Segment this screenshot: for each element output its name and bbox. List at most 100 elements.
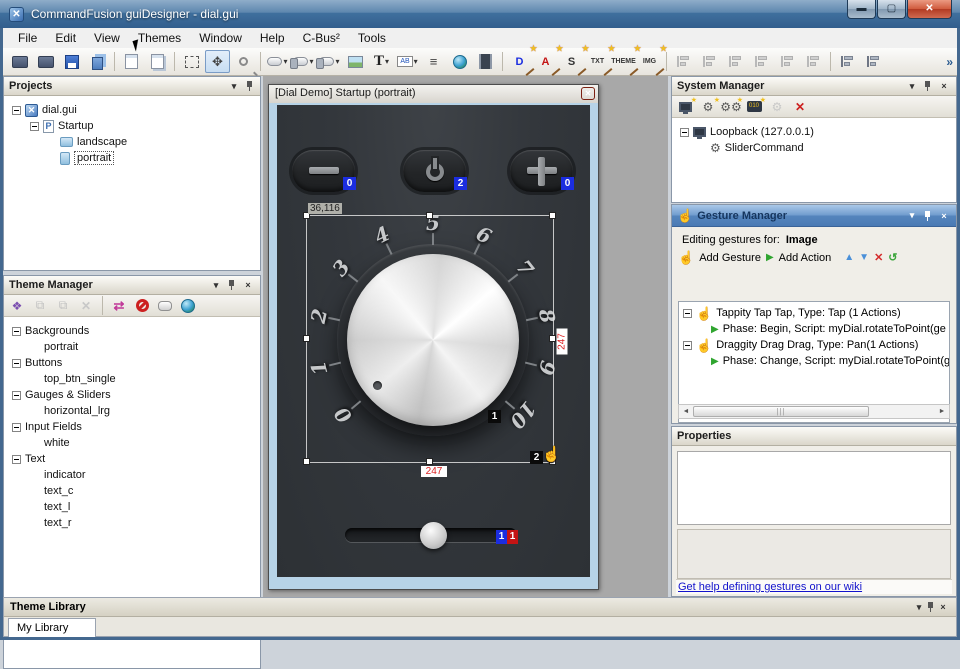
undo-gesture-icon[interactable]: ↺ xyxy=(888,251,897,264)
expander-icon[interactable] xyxy=(683,341,692,350)
align-center-icon[interactable] xyxy=(697,50,722,73)
system-manager-menu-icon[interactable]: ▾ xyxy=(905,81,919,92)
minimize-button[interactable]: ▬ xyxy=(847,0,876,19)
system-manager-close-icon[interactable]: × xyxy=(937,81,951,91)
menu-cbus[interactable]: C-Bus² xyxy=(294,29,349,47)
theme-item[interactable]: horizontal_lrg xyxy=(4,403,260,419)
expander-icon[interactable] xyxy=(683,309,692,318)
canvas-titlebar[interactable]: [Dial Demo] Startup (portrait) ✕ xyxy=(269,85,598,103)
button-tool-icon[interactable]: ▾ xyxy=(265,50,290,73)
save-all-icon[interactable] xyxy=(85,50,110,73)
new-page-icon[interactable] xyxy=(119,50,144,73)
wizard-image-icon[interactable]: IMG xyxy=(637,50,662,73)
selection-handle[interactable] xyxy=(549,212,556,219)
wizard-theme-icon[interactable]: THEME xyxy=(611,50,636,73)
copy-theme-icon[interactable]: ⧉ xyxy=(30,297,50,315)
selection-handle[interactable] xyxy=(303,458,310,465)
toolbar-overflow-chevron[interactable]: » xyxy=(946,55,953,69)
list-tool-icon[interactable]: ≡ xyxy=(421,50,446,73)
theme-library-pin-icon[interactable] xyxy=(926,602,936,612)
wizard-system-icon[interactable]: S xyxy=(559,50,584,73)
paste-theme-icon[interactable]: ⧉ xyxy=(53,297,73,315)
theme-item[interactable]: text_c xyxy=(4,483,260,499)
projects-menu-icon[interactable]: ▾ xyxy=(227,81,241,92)
theme-item[interactable]: top_btn_single xyxy=(4,371,260,387)
tree-item-landscape[interactable]: landscape xyxy=(4,134,260,150)
theme-item[interactable]: indicator xyxy=(4,467,260,483)
gesture-horizontal-scrollbar[interactable]: ◄ ||| ► xyxy=(678,404,950,419)
selection-handle[interactable] xyxy=(549,335,556,342)
duplicate-page-icon[interactable] xyxy=(145,50,170,73)
add-feedback-icon[interactable]: 010 xyxy=(744,98,764,116)
gesture-item[interactable]: ☝ Tappity Tap Tap, Type: Tap (1 Actions) xyxy=(679,305,949,321)
size-height-icon[interactable] xyxy=(861,50,886,73)
gesture-item[interactable]: ☝ Draggity Drag Drag, Type: Pan(1 Action… xyxy=(679,337,949,353)
scroll-left-icon[interactable]: ◄ xyxy=(680,406,692,417)
align-top-icon[interactable] xyxy=(749,50,774,73)
menu-tools[interactable]: Tools xyxy=(349,29,395,47)
zoom-tool-icon[interactable] xyxy=(231,50,256,73)
properties-editor[interactable] xyxy=(677,451,951,525)
canvas-surface[interactable]: 0 2 0 36,116 1 2 ☝ 247 247 1 xyxy=(277,105,590,577)
open-project-icon[interactable] xyxy=(33,50,58,73)
web-tool-icon[interactable] xyxy=(447,50,472,73)
expander-icon[interactable] xyxy=(30,122,39,131)
gesture-action-item[interactable]: ▶ Phase: Begin, Script: myDial.rotateToP… xyxy=(679,321,949,337)
projects-pin-icon[interactable] xyxy=(245,81,255,91)
theme-item[interactable]: portrait xyxy=(4,339,260,355)
gesture-manager-pin-icon[interactable] xyxy=(923,211,933,221)
theme-item[interactable]: text_l xyxy=(4,499,260,515)
marquee-select-icon[interactable] xyxy=(179,50,204,73)
delete-theme-icon[interactable]: ✕ xyxy=(76,297,96,315)
add-gesture-button[interactable]: Add Gesture xyxy=(699,252,761,264)
theme-item[interactable]: white xyxy=(4,435,260,451)
theme-manager-menu-icon[interactable]: ▾ xyxy=(209,280,223,291)
align-right-icon[interactable] xyxy=(723,50,748,73)
edit-command-icon[interactable]: ⚙ xyxy=(767,98,787,116)
selection-box[interactable] xyxy=(306,215,554,463)
theme-manager-close-icon[interactable]: × xyxy=(241,280,255,290)
maximize-button[interactable]: ▢ xyxy=(877,0,906,19)
gauge-tool-icon[interactable]: ▾ xyxy=(317,50,342,73)
theme-library-close-icon[interactable]: × xyxy=(936,602,950,612)
text-tool-icon[interactable]: T▾ xyxy=(369,50,394,73)
canvas-close-icon[interactable]: ✕ xyxy=(581,87,595,100)
close-button[interactable]: ✕ xyxy=(907,0,952,19)
selection-handle[interactable] xyxy=(426,212,433,219)
button-theme-icon[interactable] xyxy=(155,297,175,315)
tree-item-portrait[interactable]: portrait xyxy=(4,150,260,166)
expander-icon[interactable] xyxy=(12,106,21,115)
move-up-icon[interactable]: ▲ xyxy=(844,252,854,263)
slider-tool-icon[interactable]: ▾ xyxy=(291,50,316,73)
theme-group[interactable]: Text xyxy=(4,451,260,467)
add-action-button[interactable]: Add Action xyxy=(779,252,832,264)
wizard-text-icon[interactable]: TXT xyxy=(585,50,610,73)
align-middle-icon[interactable] xyxy=(775,50,800,73)
gesture-help-link[interactable]: Get help defining gestures on our wiki xyxy=(676,579,952,594)
theme-item[interactable]: text_r xyxy=(4,515,260,531)
selection-handle[interactable] xyxy=(303,335,310,342)
menu-file[interactable]: File xyxy=(9,29,46,47)
tree-item-command[interactable]: ⚙ SliderCommand xyxy=(672,140,956,156)
tree-item-system[interactable]: Loopback (127.0.0.1) xyxy=(672,124,956,140)
image-tool-icon[interactable] xyxy=(343,50,368,73)
save-icon[interactable] xyxy=(59,50,84,73)
design-canvas-window[interactable]: [Dial Demo] Startup (portrait) ✕ 0 2 0 3… xyxy=(268,84,599,590)
expander-icon[interactable] xyxy=(680,128,689,137)
wizard-action-icon[interactable]: A xyxy=(533,50,558,73)
align-bottom-icon[interactable] xyxy=(801,50,826,73)
scroll-right-icon[interactable]: ► xyxy=(936,406,948,417)
new-project-icon[interactable] xyxy=(7,50,32,73)
theme-group[interactable]: Buttons xyxy=(4,355,260,371)
gesture-manager-close-icon[interactable]: × xyxy=(937,211,951,221)
add-command-icon[interactable]: ⚙ xyxy=(698,98,718,116)
gesture-manager-menu-icon[interactable]: ▾ xyxy=(905,210,919,221)
replace-theme-icon[interactable]: ⇄ xyxy=(109,297,129,315)
menu-edit[interactable]: Edit xyxy=(46,29,85,47)
add-macro-icon[interactable]: ⚙⚙ xyxy=(721,98,741,116)
size-width-icon[interactable] xyxy=(835,50,860,73)
menu-view[interactable]: View xyxy=(85,29,129,47)
align-left-icon[interactable] xyxy=(671,50,696,73)
slider-thumb[interactable] xyxy=(420,522,447,549)
wizard-device-icon[interactable]: D xyxy=(507,50,532,73)
